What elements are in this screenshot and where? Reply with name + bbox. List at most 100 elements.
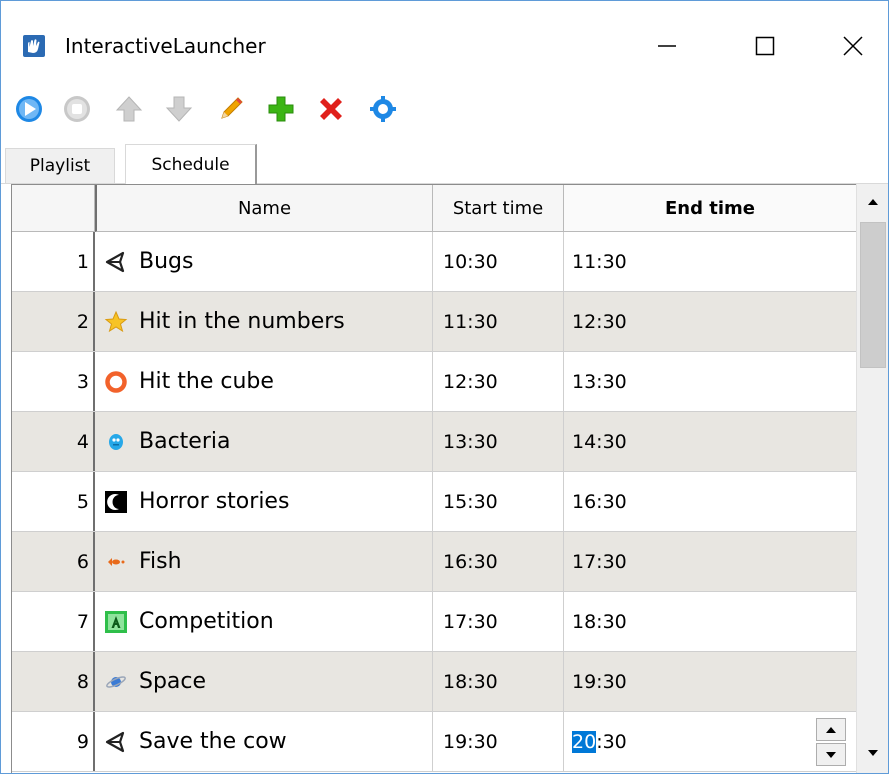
minimize-button[interactable] (637, 21, 697, 71)
start-time-cell[interactable]: 15:30 (433, 472, 564, 531)
table-row[interactable]: 8 Space 18:30 19:30 (12, 652, 857, 712)
table-row[interactable]: 5 Horror stories 15:30 16:30 (12, 472, 857, 532)
game-name: Save the cow (139, 729, 287, 754)
unity-logo-icon (103, 249, 129, 275)
stop-icon (64, 96, 90, 122)
play-icon (16, 96, 42, 122)
row-number: 6 (12, 532, 95, 591)
scroll-down-icon (868, 750, 878, 756)
game-name: Bacteria (139, 429, 231, 454)
header-start-time[interactable]: Start time (433, 185, 564, 232)
header-corner[interactable] (12, 185, 95, 232)
star-icon (103, 309, 129, 335)
end-time-cell[interactable]: 12:30 (564, 292, 857, 351)
header-end-time[interactable]: End time (564, 185, 857, 232)
close-button[interactable] (823, 21, 883, 71)
name-cell[interactable]: Bugs (95, 232, 433, 291)
table-row[interactable]: 4 Bacteria 13:30 14:30 (12, 412, 857, 472)
bacteria-icon (103, 429, 129, 455)
name-cell[interactable]: Save the cow (95, 712, 433, 771)
end-time-cell[interactable]: 14:30 (564, 412, 857, 471)
time-spinner[interactable] (816, 718, 846, 766)
title-bar[interactable]: InteractiveLauncher (1, 1, 888, 77)
move-down-icon (165, 96, 193, 122)
tab-schedule[interactable]: Schedule (125, 144, 257, 184)
spin-up-button[interactable] (816, 718, 846, 741)
vertical-scrollbar[interactable] (856, 184, 888, 773)
end-time-cell[interactable]: 11:30 (564, 232, 857, 291)
table-row[interactable]: 2 Hit in the numbers 11:30 12:30 (12, 292, 857, 352)
end-time-cell[interactable]: 18:30 (564, 592, 857, 651)
end-time-cell[interactable]: 13:30 (564, 352, 857, 411)
row-number: 8 (12, 652, 95, 711)
start-time-cell[interactable]: 12:30 (433, 352, 564, 411)
scroll-up-icon (868, 199, 878, 205)
row-number: 2 (12, 292, 95, 351)
end-time-cell[interactable]: 17:30 (564, 532, 857, 591)
table-row[interactable]: 9 Save the cow 19:30 20:30 (12, 712, 857, 772)
table-row[interactable]: 3 Hit the cube 12:30 13:30 (12, 352, 857, 412)
scroll-thumb[interactable] (860, 222, 886, 368)
delete-button[interactable] (313, 91, 349, 127)
name-cell[interactable]: Space (95, 652, 433, 711)
table-row[interactable]: 6 Fish 16:30 17:30 (12, 532, 857, 592)
ring-icon (103, 369, 129, 395)
delete-x-icon (320, 98, 342, 120)
tab-playlist[interactable]: Playlist (5, 148, 115, 183)
name-cell[interactable]: Hit the cube (95, 352, 433, 411)
toolbar (1, 87, 888, 133)
name-cell[interactable]: Horror stories (95, 472, 433, 531)
end-time-cell[interactable]: 16:30 (564, 472, 857, 531)
tab-bar: Playlist Schedule (1, 144, 888, 184)
settings-button[interactable] (365, 91, 401, 127)
table-row[interactable]: 1 Bugs 10:30 11:30 (12, 232, 857, 292)
row-number: 7 (12, 592, 95, 651)
settings-gear-icon (370, 96, 396, 122)
start-time-cell[interactable]: 17:30 (433, 592, 564, 651)
name-cell[interactable]: Bacteria (95, 412, 433, 471)
edit-button[interactable] (213, 91, 249, 127)
move-up-button[interactable] (111, 91, 147, 127)
row-number: 5 (12, 472, 95, 531)
game-name: Competition (139, 609, 274, 634)
start-time-cell[interactable]: 11:30 (433, 292, 564, 351)
game-name: Fish (139, 549, 182, 574)
app-window: InteractiveLauncher Playlist Schedule Na… (0, 0, 889, 774)
schedule-table: Name Start time End time 1 Bugs 10:30 11… (11, 184, 888, 773)
play-button[interactable] (11, 91, 47, 127)
move-down-button[interactable] (161, 91, 197, 127)
game-name: Bugs (139, 249, 194, 274)
start-time-cell[interactable]: 18:30 (433, 652, 564, 711)
maximize-button[interactable] (735, 21, 795, 71)
scroll-up-button[interactable] (859, 188, 887, 216)
spin-down-icon (826, 751, 836, 758)
spin-up-icon (826, 726, 836, 733)
name-cell[interactable]: Fish (95, 532, 433, 591)
end-time-cell[interactable]: 19:30 (564, 652, 857, 711)
window-title: InteractiveLauncher (65, 34, 266, 58)
stop-button[interactable] (59, 91, 95, 127)
planet-icon (103, 669, 129, 695)
moon-icon (103, 489, 129, 515)
name-cell[interactable]: Hit in the numbers (95, 292, 433, 351)
start-time-cell[interactable]: 19:30 (433, 712, 564, 771)
row-number: 9 (12, 712, 95, 771)
selected-hour-text: 20 (572, 730, 597, 753)
edit-pencil-icon (221, 97, 243, 119)
header-name[interactable]: Name (95, 185, 433, 232)
spin-down-button[interactable] (816, 743, 846, 766)
end-time-editor[interactable]: 20:30 (564, 712, 857, 771)
app-logo-icon (23, 35, 45, 57)
start-time-cell[interactable]: 16:30 (433, 532, 564, 591)
start-time-cell[interactable]: 13:30 (433, 412, 564, 471)
row-number: 3 (12, 352, 95, 411)
scroll-down-button[interactable] (859, 739, 887, 767)
add-button[interactable] (263, 91, 299, 127)
name-cell[interactable]: Competition (95, 592, 433, 651)
minimize-icon (658, 45, 676, 47)
table-row[interactable]: 7 Competition 17:30 18:30 (12, 592, 857, 652)
minutes-text: :30 (596, 730, 627, 753)
time-edit-field[interactable]: 20:30 (572, 730, 627, 753)
game-name: Horror stories (139, 489, 290, 514)
start-time-cell[interactable]: 10:30 (433, 232, 564, 291)
